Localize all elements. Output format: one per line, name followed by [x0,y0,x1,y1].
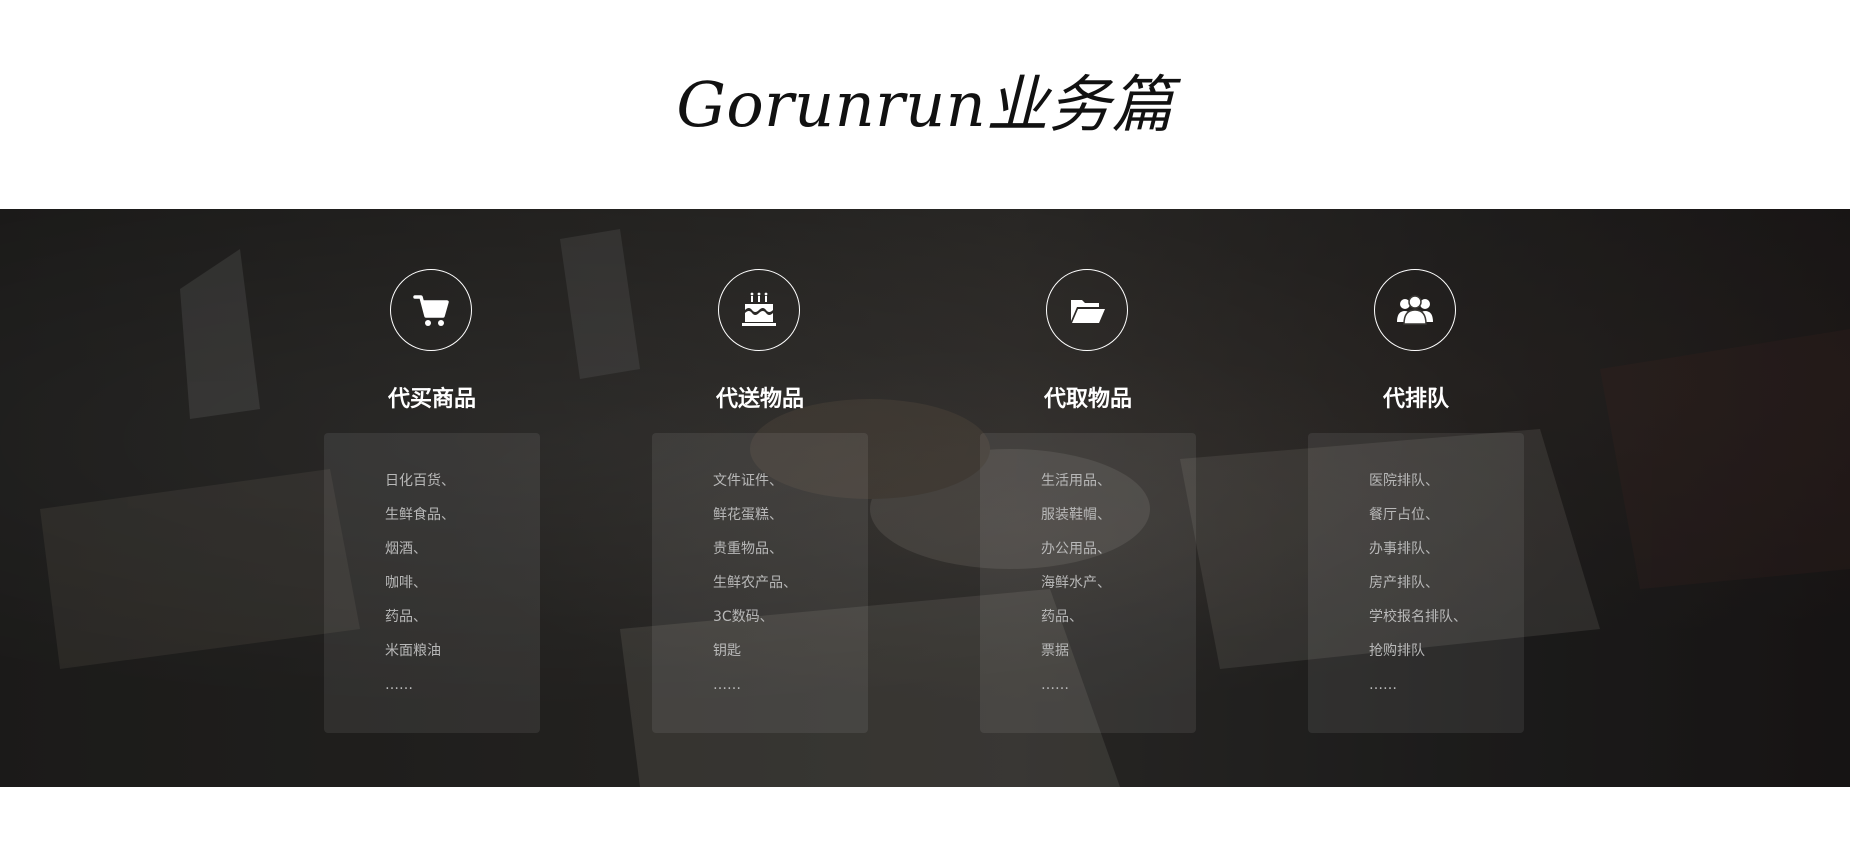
icon-circle [390,269,472,351]
title-section: Gorunrun业务篇 [0,0,1850,209]
service-list-box: 日化百货、 生鲜食品、 烟酒、 咖啡、 药品、 米面粮油 …… [324,433,540,733]
service-list-box: 文件证件、 鲜花蛋糕、 贵重物品、 生鲜农产品、 3C数码、 钥匙 …… [652,433,868,733]
list-item: 学校报名排队、 [1369,609,1467,625]
list-item: 钥匙 [713,643,741,659]
service-list-box: 医院排队、 餐厅占位、 办事排队、 房产排队、 学校报名排队、 抢购排队 …… [1308,433,1524,733]
service-title: 代取物品 [1043,387,1132,412]
people-group-icon [1397,295,1433,325]
list-item: …… [1041,677,1069,693]
list-item: 日化百货、 [385,473,455,489]
service-card-pickup: 代取物品 生活用品、 服装鞋帽、 办公用品、 海鲜水产、 药品、 票据 …… [980,209,1196,787]
service-item-list: 生活用品、 服装鞋帽、 办公用品、 海鲜水产、 药品、 票据 …… [1041,471,1111,709]
service-item-list: 文件证件、 鲜花蛋糕、 贵重物品、 生鲜农产品、 3C数码、 钥匙 …… [713,471,797,709]
page: Gorunrun业务篇 代买商品 日化百货、 生鲜食品、 烟酒、 咖啡、 药品、… [0,0,1850,866]
list-item: 烟酒、 [385,541,427,557]
list-item: 票据 [1041,643,1069,659]
list-item: 文件证件、 [713,473,783,489]
list-item: 贵重物品、 [713,541,783,557]
service-card-deliver: 代送物品 文件证件、 鲜花蛋糕、 贵重物品、 生鲜农产品、 3C数码、 钥匙 …… [652,209,868,787]
service-title: 代排队 [1382,387,1449,412]
list-item: 服装鞋帽、 [1041,507,1111,523]
icon-circle [718,269,800,351]
services-row: 代买商品 日化百货、 生鲜食品、 烟酒、 咖啡、 药品、 米面粮油 …… 代送物… [0,209,1850,787]
list-item: 医院排队、 [1369,473,1439,489]
list-item: …… [1369,677,1397,693]
icon-circle [1374,269,1456,351]
list-item: 房产排队、 [1369,575,1439,591]
service-card-queue: 代排队 医院排队、 餐厅占位、 办事排队、 房产排队、 学校报名排队、 抢购排队… [1308,209,1524,787]
list-item: 药品、 [385,609,427,625]
service-item-list: 医院排队、 餐厅占位、 办事排队、 房产排队、 学校报名排队、 抢购排队 …… [1369,471,1467,709]
service-title: 代买商品 [387,387,476,412]
list-item: 餐厅占位、 [1369,507,1439,523]
shopping-cart-icon [413,295,449,326]
list-item: 3C数码、 [713,609,774,625]
list-item: 生鲜食品、 [385,507,455,523]
service-title: 代送物品 [715,387,804,412]
service-card-buy: 代买商品 日化百货、 生鲜食品、 烟酒、 咖啡、 药品、 米面粮油 …… [324,209,540,787]
list-item: 抢购排队 [1369,643,1425,659]
services-band: 代买商品 日化百货、 生鲜食品、 烟酒、 咖啡、 药品、 米面粮油 …… 代送物… [0,209,1850,787]
open-folder-icon [1071,300,1105,323]
list-item: …… [713,677,741,693]
service-item-list: 日化百货、 生鲜食品、 烟酒、 咖啡、 药品、 米面粮油 …… [385,471,455,709]
list-item: 鲜花蛋糕、 [713,507,783,523]
list-item: 生鲜农产品、 [713,575,797,591]
list-item: 海鲜水产、 [1041,575,1111,591]
list-item: 办事排队、 [1369,541,1439,557]
list-item: 咖啡、 [385,575,427,591]
page-title: Gorunrun业务篇 [676,67,1174,141]
list-item: 办公用品、 [1041,541,1111,557]
service-list-box: 生活用品、 服装鞋帽、 办公用品、 海鲜水产、 药品、 票据 …… [980,433,1196,733]
list-item: 药品、 [1041,609,1083,625]
list-item: …… [385,677,413,693]
icon-circle [1046,269,1128,351]
birthday-cake-icon [742,292,776,326]
list-item: 生活用品、 [1041,473,1111,489]
list-item: 米面粮油 [385,643,441,659]
